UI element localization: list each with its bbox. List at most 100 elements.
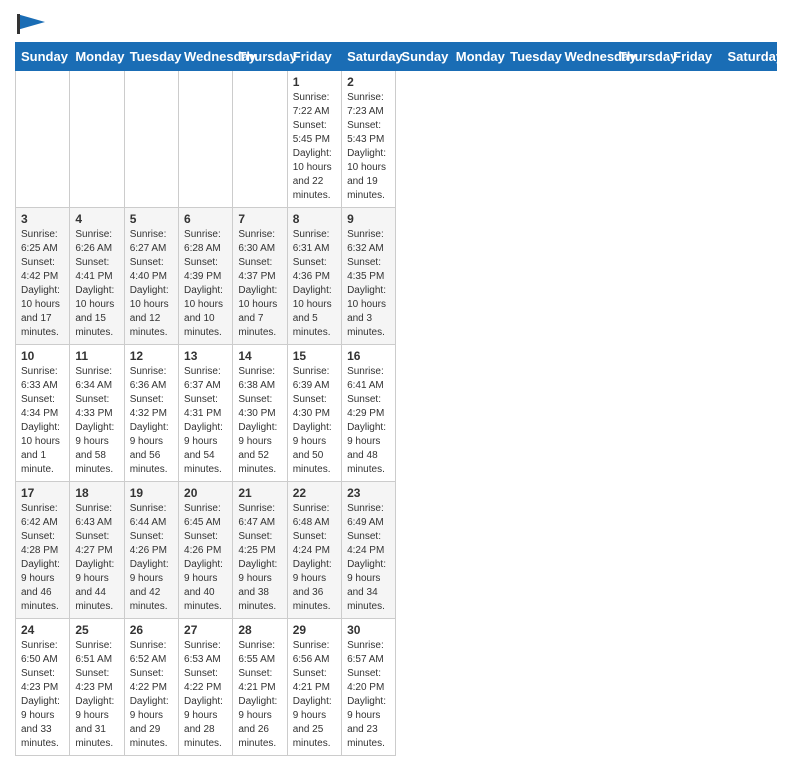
day-number: 5 bbox=[130, 212, 173, 226]
day-cell: 14 Sunrise: 6:38 AMSunset: 4:30 PMDaylig… bbox=[233, 345, 287, 482]
day-cell: 24 Sunrise: 6:50 AMSunset: 4:23 PMDaylig… bbox=[16, 619, 70, 756]
day-number: 6 bbox=[184, 212, 227, 226]
day-number: 27 bbox=[184, 623, 227, 637]
week-row-1: 1 Sunrise: 7:22 AMSunset: 5:45 PMDayligh… bbox=[16, 71, 777, 208]
header-thursday: Thursday bbox=[613, 43, 667, 71]
day-info: Sunrise: 6:49 AMSunset: 4:24 PMDaylight:… bbox=[347, 502, 390, 614]
header-monday: Monday bbox=[450, 43, 504, 71]
day-cell: 23 Sunrise: 6:49 AMSunset: 4:24 PMDaylig… bbox=[342, 482, 396, 619]
day-info: Sunrise: 6:37 AMSunset: 4:31 PMDaylight:… bbox=[184, 365, 227, 477]
week-row-3: 10 Sunrise: 6:33 AMSunset: 4:34 PMDaylig… bbox=[16, 345, 777, 482]
day-info: Sunrise: 6:53 AMSunset: 4:22 PMDaylight:… bbox=[184, 639, 227, 751]
day-info: Sunrise: 6:57 AMSunset: 4:20 PMDaylight:… bbox=[347, 639, 390, 751]
header-tuesday: Tuesday bbox=[505, 43, 559, 71]
day-number: 18 bbox=[75, 486, 118, 500]
day-cell: 8 Sunrise: 6:31 AMSunset: 4:36 PMDayligh… bbox=[287, 208, 341, 345]
day-info: Sunrise: 6:25 AMSunset: 4:42 PMDaylight:… bbox=[21, 228, 64, 340]
day-info: Sunrise: 6:32 AMSunset: 4:35 PMDaylight:… bbox=[347, 228, 390, 340]
header-monday: Monday bbox=[70, 43, 124, 71]
day-number: 13 bbox=[184, 349, 227, 363]
day-number: 15 bbox=[293, 349, 336, 363]
logo bbox=[15, 10, 45, 34]
day-number: 17 bbox=[21, 486, 64, 500]
week-row-2: 3 Sunrise: 6:25 AMSunset: 4:42 PMDayligh… bbox=[16, 208, 777, 345]
day-info: Sunrise: 6:27 AMSunset: 4:40 PMDaylight:… bbox=[130, 228, 173, 340]
day-info: Sunrise: 6:43 AMSunset: 4:27 PMDaylight:… bbox=[75, 502, 118, 614]
header-friday: Friday bbox=[668, 43, 722, 71]
day-info: Sunrise: 6:30 AMSunset: 4:37 PMDaylight:… bbox=[238, 228, 281, 340]
day-cell: 30 Sunrise: 6:57 AMSunset: 4:20 PMDaylig… bbox=[342, 619, 396, 756]
day-number: 3 bbox=[21, 212, 64, 226]
day-info: Sunrise: 6:44 AMSunset: 4:26 PMDaylight:… bbox=[130, 502, 173, 614]
day-cell bbox=[124, 71, 178, 208]
day-info: Sunrise: 6:56 AMSunset: 4:21 PMDaylight:… bbox=[293, 639, 336, 751]
day-cell: 18 Sunrise: 6:43 AMSunset: 4:27 PMDaylig… bbox=[70, 482, 124, 619]
day-cell: 15 Sunrise: 6:39 AMSunset: 4:30 PMDaylig… bbox=[287, 345, 341, 482]
header-friday: Friday bbox=[287, 43, 341, 71]
day-info: Sunrise: 7:23 AMSunset: 5:43 PMDaylight:… bbox=[347, 91, 390, 203]
day-info: Sunrise: 6:42 AMSunset: 4:28 PMDaylight:… bbox=[21, 502, 64, 614]
day-info: Sunrise: 6:33 AMSunset: 4:34 PMDaylight:… bbox=[21, 365, 64, 477]
day-number: 4 bbox=[75, 212, 118, 226]
day-number: 1 bbox=[293, 75, 336, 89]
day-number: 19 bbox=[130, 486, 173, 500]
day-cell: 13 Sunrise: 6:37 AMSunset: 4:31 PMDaylig… bbox=[179, 345, 233, 482]
day-cell: 27 Sunrise: 6:53 AMSunset: 4:22 PMDaylig… bbox=[179, 619, 233, 756]
day-cell: 2 Sunrise: 7:23 AMSunset: 5:43 PMDayligh… bbox=[342, 71, 396, 208]
day-cell: 29 Sunrise: 6:56 AMSunset: 4:21 PMDaylig… bbox=[287, 619, 341, 756]
day-number: 9 bbox=[347, 212, 390, 226]
day-number: 8 bbox=[293, 212, 336, 226]
header-thursday: Thursday bbox=[233, 43, 287, 71]
header-wednesday: Wednesday bbox=[179, 43, 233, 71]
day-number: 24 bbox=[21, 623, 64, 637]
header-sunday: Sunday bbox=[396, 43, 450, 71]
calendar-table: SundayMondayTuesdayWednesdayThursdayFrid… bbox=[15, 42, 777, 756]
day-info: Sunrise: 6:41 AMSunset: 4:29 PMDaylight:… bbox=[347, 365, 390, 477]
day-info: Sunrise: 6:28 AMSunset: 4:39 PMDaylight:… bbox=[184, 228, 227, 340]
day-number: 2 bbox=[347, 75, 390, 89]
day-cell: 25 Sunrise: 6:51 AMSunset: 4:23 PMDaylig… bbox=[70, 619, 124, 756]
day-info: Sunrise: 6:34 AMSunset: 4:33 PMDaylight:… bbox=[75, 365, 118, 477]
day-cell: 20 Sunrise: 6:45 AMSunset: 4:26 PMDaylig… bbox=[179, 482, 233, 619]
week-row-5: 24 Sunrise: 6:50 AMSunset: 4:23 PMDaylig… bbox=[16, 619, 777, 756]
logo-flag-icon bbox=[17, 14, 45, 34]
day-cell: 26 Sunrise: 6:52 AMSunset: 4:22 PMDaylig… bbox=[124, 619, 178, 756]
day-cell: 11 Sunrise: 6:34 AMSunset: 4:33 PMDaylig… bbox=[70, 345, 124, 482]
day-number: 28 bbox=[238, 623, 281, 637]
page-header bbox=[15, 10, 777, 34]
day-info: Sunrise: 6:26 AMSunset: 4:41 PMDaylight:… bbox=[75, 228, 118, 340]
day-info: Sunrise: 6:47 AMSunset: 4:25 PMDaylight:… bbox=[238, 502, 281, 614]
day-cell: 17 Sunrise: 6:42 AMSunset: 4:28 PMDaylig… bbox=[16, 482, 70, 619]
day-number: 23 bbox=[347, 486, 390, 500]
day-info: Sunrise: 6:50 AMSunset: 4:23 PMDaylight:… bbox=[21, 639, 64, 751]
day-number: 29 bbox=[293, 623, 336, 637]
day-number: 20 bbox=[184, 486, 227, 500]
day-cell: 19 Sunrise: 6:44 AMSunset: 4:26 PMDaylig… bbox=[124, 482, 178, 619]
day-number: 12 bbox=[130, 349, 173, 363]
header-tuesday: Tuesday bbox=[124, 43, 178, 71]
day-info: Sunrise: 6:36 AMSunset: 4:32 PMDaylight:… bbox=[130, 365, 173, 477]
day-info: Sunrise: 6:48 AMSunset: 4:24 PMDaylight:… bbox=[293, 502, 336, 614]
day-number: 14 bbox=[238, 349, 281, 363]
day-cell: 9 Sunrise: 6:32 AMSunset: 4:35 PMDayligh… bbox=[342, 208, 396, 345]
day-cell bbox=[179, 71, 233, 208]
day-info: Sunrise: 6:55 AMSunset: 4:21 PMDaylight:… bbox=[238, 639, 281, 751]
day-number: 25 bbox=[75, 623, 118, 637]
day-cell bbox=[70, 71, 124, 208]
day-number: 11 bbox=[75, 349, 118, 363]
header-sunday: Sunday bbox=[16, 43, 70, 71]
day-number: 26 bbox=[130, 623, 173, 637]
day-cell: 28 Sunrise: 6:55 AMSunset: 4:21 PMDaylig… bbox=[233, 619, 287, 756]
day-cell: 12 Sunrise: 6:36 AMSunset: 4:32 PMDaylig… bbox=[124, 345, 178, 482]
week-row-4: 17 Sunrise: 6:42 AMSunset: 4:28 PMDaylig… bbox=[16, 482, 777, 619]
day-info: Sunrise: 6:39 AMSunset: 4:30 PMDaylight:… bbox=[293, 365, 336, 477]
day-number: 30 bbox=[347, 623, 390, 637]
day-info: Sunrise: 7:22 AMSunset: 5:45 PMDaylight:… bbox=[293, 91, 336, 203]
day-cell: 7 Sunrise: 6:30 AMSunset: 4:37 PMDayligh… bbox=[233, 208, 287, 345]
calendar-header-row: SundayMondayTuesdayWednesdayThursdayFrid… bbox=[16, 43, 777, 71]
day-info: Sunrise: 6:45 AMSunset: 4:26 PMDaylight:… bbox=[184, 502, 227, 614]
day-info: Sunrise: 6:52 AMSunset: 4:22 PMDaylight:… bbox=[130, 639, 173, 751]
day-cell: 6 Sunrise: 6:28 AMSunset: 4:39 PMDayligh… bbox=[179, 208, 233, 345]
day-info: Sunrise: 6:31 AMSunset: 4:36 PMDaylight:… bbox=[293, 228, 336, 340]
day-number: 10 bbox=[21, 349, 64, 363]
